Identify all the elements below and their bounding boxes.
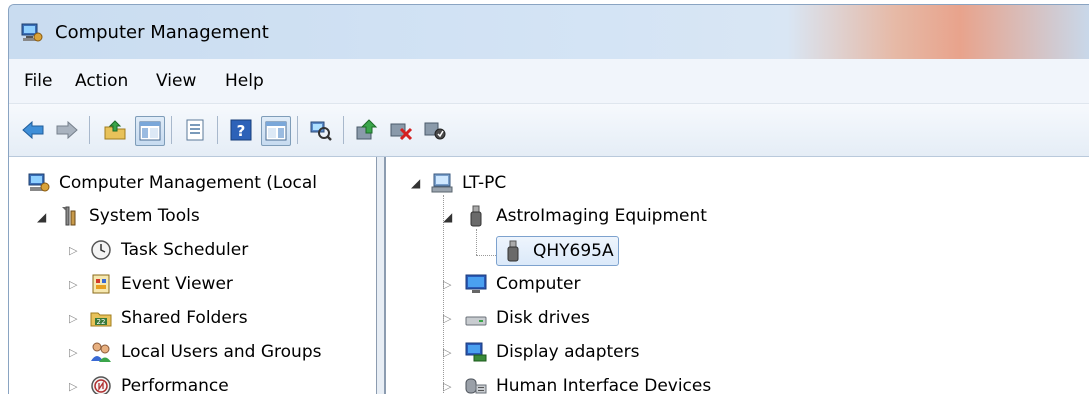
- show-hide-action-pane-icon[interactable]: [261, 116, 291, 146]
- tree-item-label: Task Scheduler: [121, 240, 249, 260]
- tree-item-label: Performance: [121, 376, 229, 394]
- tree-item-lt-pc[interactable]: LT-PC: [430, 168, 506, 198]
- back-arrow-icon[interactable]: [19, 116, 47, 144]
- tree-item-label: Human Interface Devices: [496, 376, 712, 394]
- toolbar-separator: [89, 116, 90, 144]
- disable-device-icon[interactable]: [421, 116, 449, 144]
- expand-arrow-icon[interactable]: ▷: [443, 380, 451, 393]
- disk-drive-icon: [464, 307, 488, 329]
- menu-action[interactable]: Action: [75, 71, 128, 91]
- tree-item-event-viewer[interactable]: Event Viewer: [89, 269, 233, 299]
- computer-management-icon: [27, 172, 51, 194]
- tree-item-display-adapters[interactable]: Display adapters: [464, 337, 639, 367]
- tree-line: [476, 229, 477, 255]
- show-hide-tree-icon[interactable]: [135, 116, 165, 146]
- computer-icon: [430, 172, 454, 194]
- tree-item-label: Event Viewer: [121, 274, 233, 294]
- expand-arrow-icon[interactable]: ▷: [69, 380, 77, 393]
- expand-arrow-icon[interactable]: ▷: [69, 244, 77, 257]
- display-adapter-icon: [464, 341, 488, 363]
- tree-item-disk-drives[interactable]: Disk drives: [464, 303, 590, 333]
- tree-item-label: QHY695A: [533, 241, 614, 261]
- shared-folders-icon: 22: [89, 307, 113, 329]
- console-tree-pane: Computer Management (Local ◢ System Tool…: [9, 157, 377, 394]
- title-bar[interactable]: Computer Management: [9, 5, 1089, 59]
- performance-icon: [89, 375, 113, 394]
- forward-arrow-icon[interactable]: [53, 116, 81, 144]
- tree-item-label: Computer Management (Local: [59, 173, 317, 193]
- tree-item-label: Shared Folders: [121, 308, 248, 328]
- menu-file[interactable]: File: [24, 71, 52, 91]
- svg-text:?: ?: [237, 122, 246, 140]
- tree-item-label: Display adapters: [496, 342, 640, 362]
- users-icon: [89, 341, 113, 363]
- uninstall-device-icon[interactable]: [387, 116, 415, 144]
- menu-view[interactable]: View: [156, 71, 196, 91]
- tree-item-label: LT-PC: [462, 173, 507, 193]
- menu-bar: File Action View Help: [9, 59, 1089, 104]
- tree-line: [443, 195, 444, 394]
- toolbar: ?: [9, 104, 1089, 157]
- tree-item-human-interface-devices[interactable]: Human Interface Devices: [464, 371, 711, 394]
- tree-item-label: Disk drives: [496, 308, 590, 328]
- toolbar-separator: [343, 116, 344, 144]
- tree-item-label: Computer: [496, 274, 581, 294]
- svg-text:22: 22: [97, 318, 106, 326]
- toolbar-separator: [297, 116, 298, 144]
- tree-item-astroimaging-equipment[interactable]: AstroImaging Equipment: [464, 201, 707, 231]
- tree-item-system-tools[interactable]: System Tools: [57, 201, 200, 231]
- tree-item-qhy695a[interactable]: QHY695A: [496, 236, 619, 266]
- usb-device-icon: [501, 240, 525, 262]
- collapse-arrow-icon[interactable]: ◢: [443, 210, 452, 224]
- expand-arrow-icon[interactable]: ▷: [443, 346, 451, 359]
- expand-arrow-icon[interactable]: ▷: [69, 346, 77, 359]
- collapse-arrow-icon[interactable]: ◢: [37, 210, 46, 224]
- tree-item-computer-management[interactable]: Computer Management (Local: [27, 168, 317, 198]
- collapse-arrow-icon[interactable]: ◢: [411, 176, 420, 190]
- monitor-icon: [464, 273, 488, 295]
- properties-icon[interactable]: [181, 116, 209, 144]
- tree-item-computer[interactable]: Computer: [464, 269, 581, 299]
- system-tools-icon: [57, 205, 81, 227]
- scan-hardware-icon[interactable]: [307, 116, 335, 144]
- toolbar-separator: [217, 116, 218, 144]
- help-icon[interactable]: ?: [227, 116, 255, 144]
- computer-management-window: Computer Management File Action View Hel…: [8, 4, 1089, 394]
- computer-management-icon: [21, 23, 43, 43]
- device-manager-pane: ◢ LT-PC ◢ AstroImaging Equipment QHY695A…: [385, 157, 1089, 394]
- tree-item-performance[interactable]: Performance: [89, 371, 229, 394]
- menu-help[interactable]: Help: [225, 71, 264, 91]
- usb-device-icon: [464, 205, 488, 227]
- update-driver-icon[interactable]: [353, 116, 381, 144]
- event-viewer-icon: [89, 273, 113, 295]
- tree-item-shared-folders[interactable]: 22 Shared Folders: [89, 303, 248, 333]
- tree-item-label: System Tools: [89, 206, 200, 226]
- expand-arrow-icon[interactable]: ▷: [443, 278, 451, 291]
- clock-icon: [89, 239, 113, 261]
- expand-arrow-icon[interactable]: ▷: [69, 278, 77, 291]
- pane-splitter[interactable]: [377, 157, 385, 394]
- expand-arrow-icon[interactable]: ▷: [69, 312, 77, 325]
- up-folder-icon[interactable]: [101, 116, 129, 144]
- hid-icon: [464, 375, 488, 394]
- toolbar-separator: [171, 116, 172, 144]
- tree-item-task-scheduler[interactable]: Task Scheduler: [89, 235, 248, 265]
- tree-item-label: Local Users and Groups: [121, 342, 322, 362]
- expand-arrow-icon[interactable]: ▷: [443, 312, 451, 325]
- tree-item-local-users-and-groups[interactable]: Local Users and Groups: [89, 337, 321, 367]
- tree-item-label: AstroImaging Equipment: [496, 206, 707, 226]
- window-title: Computer Management: [55, 22, 269, 43]
